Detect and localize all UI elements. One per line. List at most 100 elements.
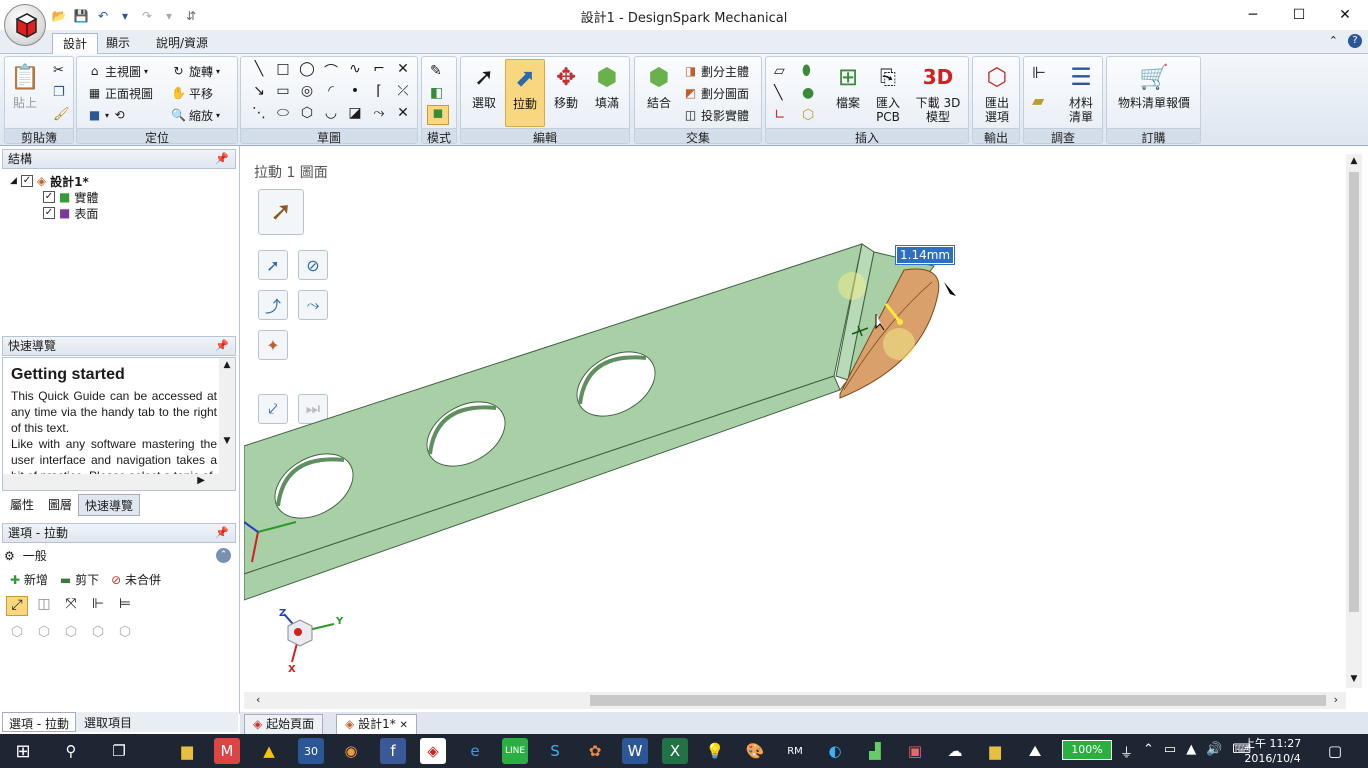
pin-icon[interactable]: 📌 [215,150,229,168]
tree-root[interactable]: ◢ ✓ ◈ 設計1* [10,173,89,189]
front-view-button[interactable]: ▦ 正面視圖 [87,83,153,103]
app-logo-icon[interactable] [4,4,46,46]
drive-tray-icon[interactable]: ▲ [1186,742,1196,761]
app4-icon[interactable]: ☁ [942,738,968,764]
vscroll-thumb[interactable] [1349,172,1359,612]
model-canvas[interactable] [244,154,1346,692]
guide-hscrollbar[interactable]: ▶ [3,474,235,490]
nomerge-option[interactable]: ⊘ 未合併 [111,571,161,588]
project-button[interactable]: ◫ 投影實體 [683,105,749,125]
split-line-icon[interactable]: ✕ [391,105,415,127]
photos-icon[interactable]: ⛰ [1022,738,1048,764]
plane-icon[interactable]: ▱ [774,63,785,79]
minimize-button[interactable]: ─ [1230,0,1276,30]
three-point-circle-icon[interactable]: ◎ [295,83,319,105]
shell-icon[interactable]: ⬡ [802,107,814,123]
clock[interactable]: 上午 11:27 2016/10/4 [1244,736,1301,766]
axis-icon[interactable]: ╲ [774,85,782,101]
mass-icon[interactable]: ▰ [1032,91,1044,110]
collapse-ribbon-icon[interactable]: ⌃ [1329,34,1338,47]
draft-icon[interactable]: ⬡ [87,624,109,640]
tangent-arc-icon[interactable]: ◜ [319,83,343,105]
tab-properties[interactable]: 屬性 [2,494,42,516]
sphere-icon[interactable]: ● [802,85,814,101]
facebook-icon[interactable]: f [380,738,406,764]
extrude-icon[interactable]: ⬡ [6,624,28,640]
cut-icon[interactable]: ✂ [53,63,64,78]
tab-design1[interactable]: ◈ 設計1* ✕ [336,714,417,734]
tab-design[interactable]: 設計 [52,33,99,54]
home-view-button[interactable]: ⌂ 主視圖 ▾ [87,61,148,81]
file-button[interactable]: ⊞ 檔案 [830,61,866,110]
download-3d-button[interactable]: 3D 下載 3D 模型 [910,61,966,124]
rotate-button[interactable]: ↻ 旋轉 ▾ [171,61,220,81]
three-point-rect-icon[interactable]: ▭ [271,83,295,105]
help-icon[interactable]: ? [1348,34,1362,48]
hscroll-thumb[interactable] [590,695,1326,706]
battery-indicator[interactable]: 100% [1062,740,1112,760]
design-viewport[interactable]: 拉動 1 圖面 ➚ ➚ ⊘ ⤴ ⤳ ✦ ⤦ ⏭ Z Y X 1.14mm [244,154,1346,692]
point-icon[interactable]: • [343,83,367,105]
checkbox[interactable]: ✓ [20,175,33,187]
maximize-button[interactable]: ☐ [1276,0,1322,30]
cut-option[interactable]: ▬ 剪下 [60,571,99,588]
app3-icon[interactable]: ▣ [902,738,928,764]
pull-direction-icon[interactable]: ⤢ [6,596,28,616]
pin-icon[interactable]: 📌 [215,524,229,542]
pivot-icon[interactable]: ⤧ [60,596,82,616]
network-icon[interactable]: ▭ [1164,742,1176,761]
bom-quote-button[interactable]: 🛒 物料清單報價 [1111,61,1197,110]
trim-icon[interactable]: ✕ [391,61,415,83]
extend-icon[interactable]: ⤫ [391,83,415,105]
cylinder-icon[interactable]: ⬮ [802,63,811,79]
word-icon[interactable]: W [622,738,648,764]
arc-icon[interactable]: ⌒ [319,61,343,83]
import-pcb-button[interactable]: ⎘ 匯入 PCB [870,61,906,124]
line-icon[interactable]: ╲ [247,61,271,83]
pull-button[interactable]: ⬈ 拉動 [505,59,545,127]
sweep-arc-icon[interactable]: ◡ [319,105,343,127]
pin-icon[interactable]: 📌 [215,337,229,355]
viewport-hscrollbar[interactable]: ‹ › [244,692,1346,709]
zoom-button[interactable]: 🔍 縮放 ▾ [171,105,220,125]
close-button[interactable]: ✕ [1322,0,1368,30]
face-curve-icon[interactable]: ◪ [343,105,367,127]
guide-scrollbar[interactable]: ▲ ▼ [219,358,235,476]
app-icon[interactable]: ✿ [582,738,608,764]
collapse-section-icon[interactable]: ⌃ [216,548,231,563]
rm-icon[interactable]: RM [782,738,808,764]
move-button[interactable]: ✥ 移動 [547,61,585,110]
3d-mode-icon[interactable]: ◼ [427,105,449,125]
view-cube-button[interactable]: ■ ▾ ⟲ [87,105,127,125]
section-mode-icon[interactable]: ◧ [430,85,443,101]
tab-help[interactable]: 說明/資源 [146,33,218,54]
tree-item-surface[interactable]: ✓ ■ 表面 [43,205,98,221]
pull-handle-tip[interactable] [897,319,903,325]
chart-app-icon[interactable]: ▟ [862,738,888,764]
designspark-icon[interactable]: ◈ [420,738,446,764]
tab-display[interactable]: 顯示 [96,33,140,54]
split-body-button[interactable]: ◨ 劃分主體 [683,61,749,81]
offset-icon[interactable]: ⌈ [367,83,391,105]
spline-icon[interactable]: ∿ [343,61,367,83]
volume-icon[interactable]: 🔊 [1206,742,1222,761]
dimension-input[interactable]: 1.14mm [894,245,956,265]
keep-icon[interactable]: 💡 [702,738,728,764]
rectangle-icon[interactable]: □ [271,61,295,83]
skype-icon[interactable]: S [542,738,568,764]
origin-icon[interactable]: ∟ [774,107,786,123]
start-icon[interactable]: ⊞ [10,738,36,764]
measure-icon[interactable]: ⊩ [1032,63,1046,82]
show-hidden-icon[interactable]: ⌃ [1143,742,1154,761]
chrome-icon[interactable]: ◉ [338,738,364,764]
combine-button[interactable]: ⬢ 結合 [639,61,679,110]
up-to-icon[interactable]: ◫ [33,596,55,616]
split-face-button[interactable]: ◩ 劃分圖面 [683,83,749,103]
paint-icon[interactable]: 🎨 [742,738,768,764]
add-option[interactable]: ✚ 新增 [10,571,48,588]
select-button[interactable]: ➚ 選取 [465,61,503,110]
edge-icon[interactable]: e [462,738,488,764]
construction-line-icon[interactable]: ⋱ [247,105,271,127]
revolve-icon[interactable]: ⬡ [33,624,55,640]
tangent-line-icon[interactable]: ↘ [247,83,271,105]
